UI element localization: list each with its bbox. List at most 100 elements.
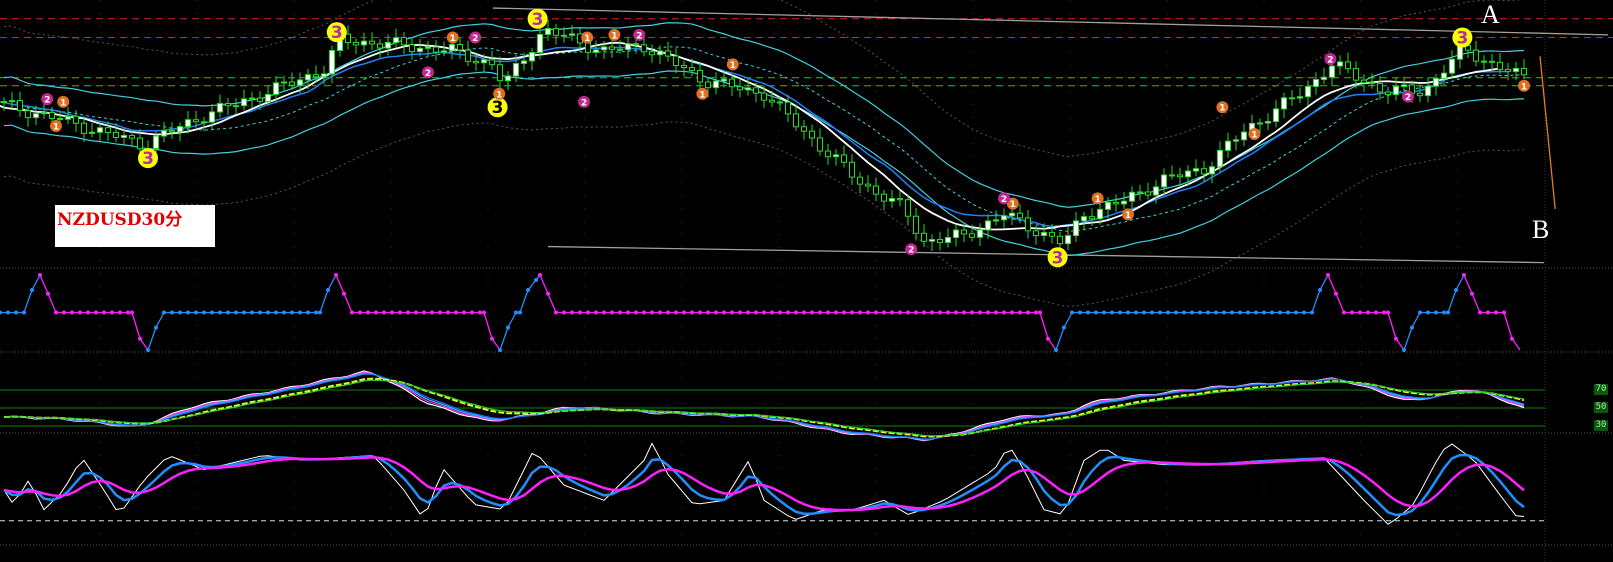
candle-bullish <box>1393 85 1399 96</box>
rsi-line-cyan <box>3 372 1525 441</box>
step-signal-point <box>650 310 654 315</box>
candle-bearish <box>465 49 471 62</box>
candle-bearish <box>777 101 783 104</box>
trendline <box>1539 56 1556 210</box>
candle-bullish <box>985 220 991 231</box>
candle-bearish <box>1377 83 1383 93</box>
candle-bullish <box>1233 139 1239 142</box>
candle-bearish <box>753 87 759 94</box>
candle-bullish <box>1321 76 1327 80</box>
candle-bullish <box>249 97 255 100</box>
step-signal-point <box>1374 310 1378 315</box>
step-signal-point <box>810 310 814 315</box>
step-signal-point <box>126 310 130 315</box>
candle-bearish <box>473 60 479 64</box>
step-signal-point <box>170 310 174 315</box>
step-signal-point <box>1358 310 1362 315</box>
step-signal-point <box>422 310 426 315</box>
step-signal-point <box>62 310 66 315</box>
candle-bullish <box>1225 140 1231 151</box>
step-signal-point <box>454 310 458 315</box>
step-signal-point <box>1222 310 1226 315</box>
signal-marker-label: 1 <box>1521 82 1527 92</box>
step-signal-point <box>914 310 918 315</box>
candle-bullish <box>1337 61 1343 67</box>
step-signal-point <box>226 310 230 315</box>
rsi-level-30: 30 <box>1594 420 1608 431</box>
signal-marker-label: 1 <box>611 31 617 41</box>
candle-bullish <box>121 134 127 138</box>
step-signal-point <box>618 310 622 315</box>
step-signal-point <box>826 310 830 315</box>
candle-bearish <box>553 28 559 36</box>
candle-bullish <box>993 219 999 222</box>
candle-bullish <box>273 82 279 95</box>
candle-bearish <box>673 55 679 66</box>
step-signal-point <box>866 310 870 315</box>
candle-bullish <box>713 80 719 89</box>
candle-bearish <box>769 99 775 103</box>
candle-bearish <box>665 50 671 57</box>
step-signal-point <box>1446 310 1450 315</box>
candle-bearish <box>1369 82 1375 85</box>
step-signal-point <box>554 310 558 315</box>
step-signal-point <box>1410 325 1414 330</box>
signal-marker-label: 2 <box>908 246 914 256</box>
step-signal-point <box>1386 310 1390 315</box>
step-signal-point <box>546 291 550 296</box>
candle-bullish <box>241 98 247 107</box>
step-signal-point <box>746 310 750 315</box>
step-signal-segment <box>23 289 33 313</box>
signal-marker-label: 3 <box>142 149 154 169</box>
step-signal-point <box>1190 310 1194 315</box>
step-signal-segment <box>1403 327 1413 351</box>
step-signal-point <box>1070 310 1074 315</box>
step-signal-point <box>570 310 574 315</box>
candle-bearish <box>817 137 823 152</box>
point-b-label: B <box>1532 215 1550 244</box>
step-signal-point <box>1238 310 1242 315</box>
candle-bearish <box>641 44 647 53</box>
signal-marker-label: 3 <box>1456 29 1468 49</box>
chart-canvas[interactable]: 33333311111 111111111222222222 <box>0 0 1613 562</box>
candle-bullish <box>265 93 271 102</box>
candle-bullish <box>1137 191 1143 194</box>
step-signal-point <box>186 310 190 315</box>
step-signal-point <box>1462 273 1466 277</box>
step-signal-point <box>842 310 846 315</box>
step-signal-point <box>470 310 474 315</box>
candle-bullish <box>1329 65 1335 78</box>
step-signal-point <box>414 310 418 315</box>
candle-bullish <box>217 103 223 113</box>
step-signal-segment <box>539 274 549 295</box>
step-signal-point <box>1086 310 1090 315</box>
step-signal-point <box>778 310 782 315</box>
step-signal-segment <box>1327 274 1337 295</box>
candle-bearish <box>1345 61 1351 70</box>
candle-bearish <box>49 111 55 120</box>
step-signal-point <box>438 310 442 315</box>
candle-bullish <box>1001 215 1007 221</box>
step-signal-point <box>1002 310 1006 315</box>
candle-bearish <box>785 101 791 115</box>
candle-bearish <box>1033 230 1039 237</box>
step-signal-point <box>390 310 394 315</box>
step-signal-point <box>498 348 502 352</box>
candle-bullish <box>1105 201 1111 210</box>
candle-bullish <box>545 28 551 35</box>
candle-bullish <box>1449 58 1455 74</box>
step-signal-point <box>358 310 362 315</box>
candle-bullish <box>441 50 447 53</box>
candle-bullish <box>281 81 287 84</box>
signal-marker-label: 3 <box>492 98 504 118</box>
candle-bullish <box>1401 84 1407 87</box>
step-signal-point <box>578 310 582 315</box>
candle-bullish <box>1209 166 1215 175</box>
candle-bearish <box>1505 68 1511 73</box>
candle-bearish <box>825 150 831 158</box>
step-signal-point <box>110 310 114 315</box>
candle-bearish <box>761 92 767 101</box>
step-signal-point <box>154 325 158 330</box>
rsi-level-50: 50 <box>1594 402 1608 413</box>
step-signal-point <box>1442 310 1446 315</box>
